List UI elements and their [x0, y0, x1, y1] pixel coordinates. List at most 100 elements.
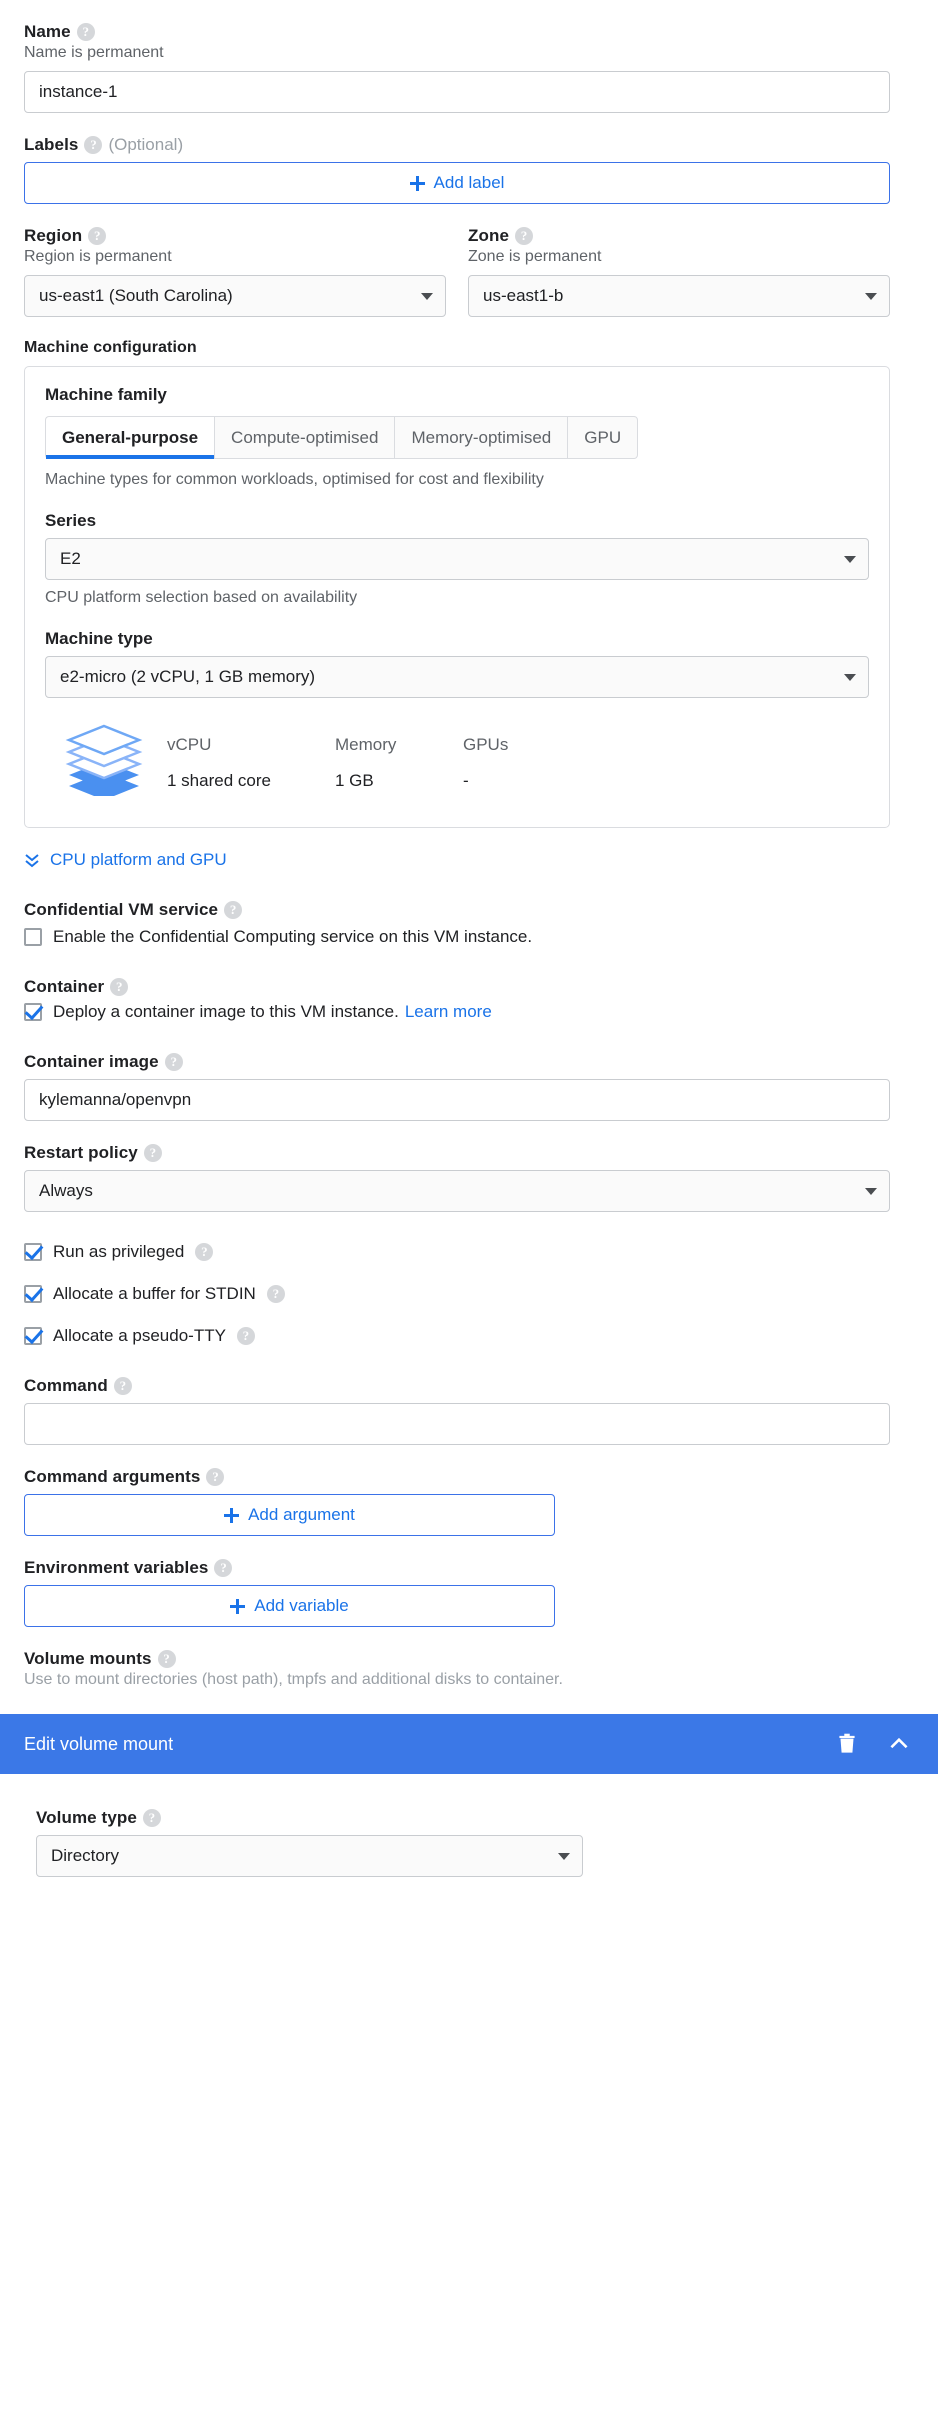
zone-select-value: us-east1-b	[483, 286, 563, 306]
help-icon[interactable]: ?	[267, 1285, 285, 1303]
run-as-privileged-row[interactable]: Run as privileged ?	[24, 1242, 890, 1262]
volume-type-select-value: Directory	[51, 1846, 119, 1866]
help-icon[interactable]: ?	[88, 227, 106, 245]
series-select[interactable]: E2	[45, 538, 869, 580]
container-label-row: Container ?	[24, 977, 890, 997]
confidential-vm-checkbox-label: Enable the Confidential Computing servic…	[53, 927, 532, 947]
region-select-value: us-east1 (South Carolina)	[39, 286, 233, 306]
add-argument-button[interactable]: Add argument	[24, 1494, 555, 1536]
tab-compute-optimised[interactable]: Compute-optimised	[214, 416, 394, 459]
tab-memory-optimised-label: Memory-optimised	[411, 428, 551, 447]
region-zone-row: Region ? Region is permanent us-east1 (S…	[24, 226, 890, 317]
help-icon[interactable]: ?	[165, 1053, 183, 1071]
spec-memory: Memory 1 GB	[335, 735, 463, 791]
confidential-vm-checkbox-row[interactable]: Enable the Confidential Computing servic…	[24, 927, 890, 947]
chevron-down-icon	[558, 1853, 570, 1860]
container-image-group: Container image ? kylemanna/openvpn	[24, 1052, 890, 1121]
name-hint: Name is permanent	[24, 44, 890, 62]
help-icon[interactable]: ?	[144, 1144, 162, 1162]
spec-memory-value: 1 GB	[335, 771, 463, 791]
container-learn-more-link[interactable]: Learn more	[405, 1002, 492, 1022]
container-deploy-checkbox[interactable]	[24, 1003, 42, 1021]
command-label: Command	[24, 1376, 108, 1396]
machine-type-select[interactable]: e2-micro (2 vCPU, 1 GB memory)	[45, 656, 869, 698]
container-image-label-row: Container image ?	[24, 1052, 890, 1072]
trash-icon[interactable]	[834, 1731, 860, 1757]
allocate-pseudo-tty-label: Allocate a pseudo-TTY	[53, 1326, 226, 1346]
command-input[interactable]	[24, 1403, 890, 1445]
help-icon[interactable]: ?	[224, 901, 242, 919]
labels-field-group: Labels ? (Optional) Add label	[24, 135, 890, 204]
help-icon[interactable]: ?	[84, 136, 102, 154]
cpu-platform-and-gpu-expander[interactable]: CPU platform and GPU	[24, 850, 890, 870]
volume-type-select[interactable]: Directory	[36, 1835, 583, 1877]
name-field-group: Name ? Name is permanent instance-1	[24, 22, 890, 113]
command-arguments-group: Command arguments ? Add argument	[24, 1467, 890, 1536]
chevron-up-icon[interactable]	[886, 1731, 912, 1757]
volume-type-label-row: Volume type ?	[24, 1808, 890, 1828]
confidential-vm-group: Confidential VM service ? Enable the Con…	[24, 900, 890, 947]
spec-vcpu: vCPU 1 shared core	[167, 735, 335, 791]
machine-type-label: Machine type	[45, 629, 869, 649]
allocate-stdin-buffer-row[interactable]: Allocate a buffer for STDIN ?	[24, 1284, 890, 1304]
command-arguments-label-row: Command arguments ?	[24, 1467, 890, 1487]
command-label-row: Command ?	[24, 1376, 890, 1396]
environment-variables-label: Environment variables	[24, 1558, 208, 1578]
confidential-vm-checkbox[interactable]	[24, 928, 42, 946]
tab-gpu-label: GPU	[584, 428, 621, 447]
container-checkbox-row[interactable]: Deploy a container image to this VM inst…	[24, 1002, 890, 1022]
help-icon[interactable]: ?	[110, 978, 128, 996]
container-group: Container ? Deploy a container image to …	[24, 977, 890, 1022]
zone-select[interactable]: us-east1-b	[468, 275, 890, 317]
help-icon[interactable]: ?	[515, 227, 533, 245]
machine-type-select-value: e2-micro (2 vCPU, 1 GB memory)	[60, 667, 315, 687]
chevron-down-icon	[865, 1188, 877, 1195]
allocate-pseudo-tty-checkbox[interactable]	[24, 1327, 42, 1345]
container-checkbox-label: Deploy a container image to this VM inst…	[53, 1002, 399, 1022]
help-icon[interactable]: ?	[77, 23, 95, 41]
restart-policy-group: Restart policy ? Always	[24, 1143, 890, 1212]
spec-vcpu-value: 1 shared core	[167, 771, 335, 791]
name-label-row: Name ?	[24, 22, 890, 42]
machine-family-label: Machine family	[45, 385, 869, 405]
run-as-privileged-checkbox[interactable]	[24, 1243, 42, 1261]
volume-mounts-label-row: Volume mounts ?	[24, 1649, 890, 1669]
help-icon[interactable]: ?	[114, 1377, 132, 1395]
region-select[interactable]: us-east1 (South Carolina)	[24, 275, 446, 317]
tab-memory-optimised[interactable]: Memory-optimised	[394, 416, 567, 459]
name-label: Name	[24, 22, 71, 42]
help-icon[interactable]: ?	[158, 1650, 176, 1668]
help-icon[interactable]: ?	[143, 1809, 161, 1827]
help-icon[interactable]: ?	[214, 1559, 232, 1577]
allocate-stdin-buffer-checkbox[interactable]	[24, 1285, 42, 1303]
container-image-label: Container image	[24, 1052, 159, 1072]
series-select-value: E2	[60, 549, 81, 569]
add-label-button[interactable]: Add label	[24, 162, 890, 204]
add-variable-button[interactable]: Add variable	[24, 1585, 555, 1627]
command-arguments-label: Command arguments	[24, 1467, 200, 1487]
volume-type-label: Volume type	[36, 1808, 137, 1828]
labels-optional-text: (Optional)	[108, 135, 183, 155]
cpu-platform-and-gpu-label: CPU platform and GPU	[50, 850, 227, 870]
help-icon[interactable]: ?	[206, 1468, 224, 1486]
spec-gpus-key: GPUs	[463, 735, 508, 755]
chevron-down-icon	[844, 556, 856, 563]
tab-general-purpose[interactable]: General-purpose	[45, 416, 214, 459]
stacked-layers-icon	[63, 724, 145, 801]
restart-policy-select[interactable]: Always	[24, 1170, 890, 1212]
machine-configuration-card: Machine family General-purpose Compute-o…	[24, 366, 890, 828]
volume-mounts-label: Volume mounts	[24, 1649, 152, 1669]
restart-policy-label: Restart policy	[24, 1143, 138, 1163]
name-input[interactable]: instance-1	[24, 71, 890, 113]
help-icon[interactable]: ?	[237, 1327, 255, 1345]
container-image-input[interactable]: kylemanna/openvpn	[24, 1079, 890, 1121]
plus-icon	[224, 1508, 239, 1523]
tab-gpu[interactable]: GPU	[567, 416, 638, 459]
help-icon[interactable]: ?	[195, 1243, 213, 1261]
zone-label-row: Zone ?	[468, 226, 890, 246]
allocate-pseudo-tty-row[interactable]: Allocate a pseudo-TTY ?	[24, 1326, 890, 1346]
volume-mounts-hint: Use to mount directories (host path), tm…	[24, 1671, 890, 1689]
spec-gpus: GPUs -	[463, 735, 508, 791]
add-variable-button-text: Add variable	[254, 1596, 349, 1616]
command-group: Command ?	[24, 1376, 890, 1445]
